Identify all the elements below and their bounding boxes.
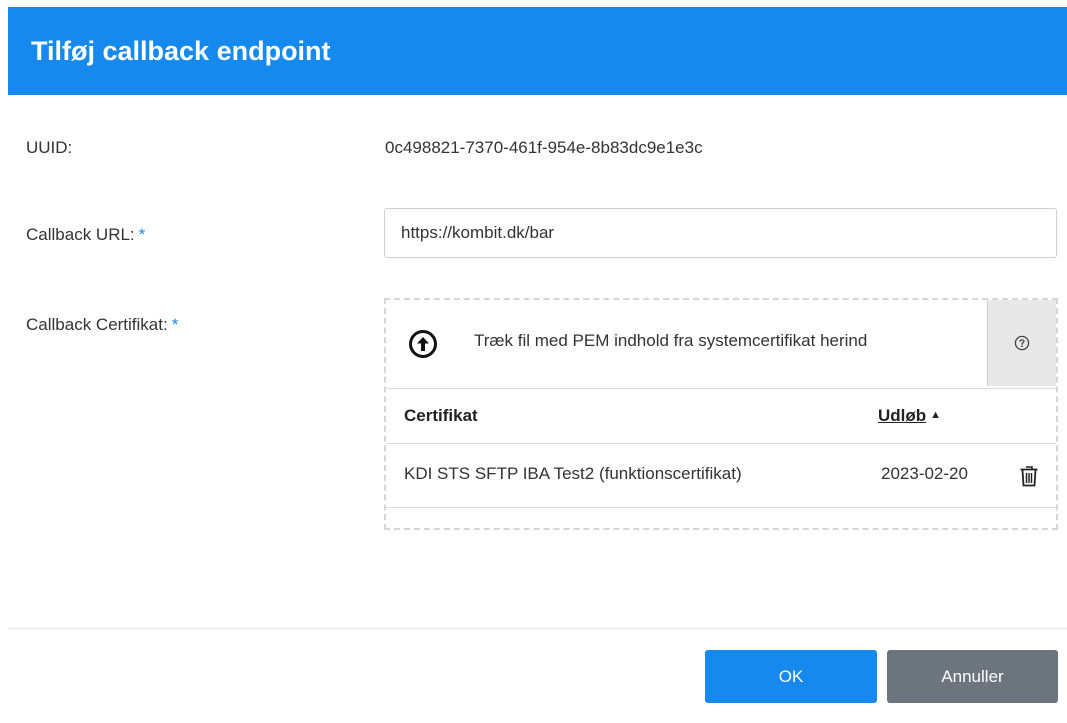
uuid-label: UUID:	[26, 138, 73, 157]
column-header-expiry[interactable]: Udløb ▲	[878, 406, 941, 426]
dialog-header: Tilføj callback endpoint	[8, 7, 1067, 95]
ok-button[interactable]: OK	[705, 650, 877, 703]
required-marker: *	[138, 225, 146, 244]
uuid-value: 0c498821-7370-461f-954e-8b83dc9e1e3c	[385, 138, 703, 157]
certificate-name: KDI STS SFTP IBA Test2 (funktionscertifi…	[404, 464, 742, 483]
dialog-title: Tilføj callback endpoint	[31, 35, 331, 66]
required-marker: *	[171, 315, 179, 334]
table-row: KDI STS SFTP IBA Test2 (funktionscertifi…	[386, 444, 1056, 508]
certificate-dropzone[interactable]: Træk fil med PEM indhold fra systemcerti…	[386, 300, 989, 388]
table-header: Certifikat Udløb ▲	[386, 388, 1056, 444]
column-header-expiry-label: Udløb	[878, 406, 927, 425]
callback-url-label-text: Callback URL:	[26, 225, 135, 244]
trash-icon[interactable]	[1019, 465, 1039, 487]
callback-certificate-label: Callback Certifikat: *	[26, 315, 178, 335]
dropzone-text: Træk fil med PEM indhold fra systemcerti…	[474, 331, 868, 350]
arrow-up-circle-icon	[409, 330, 437, 358]
certificate-expiry: 2023-02-20	[881, 464, 968, 483]
sort-ascending-icon: ▲	[930, 409, 942, 421]
certificate-dropzone-container: Træk fil med PEM indhold fra systemcerti…	[384, 298, 1058, 530]
footer-divider	[8, 628, 1067, 629]
cancel-button[interactable]: Annuller	[887, 650, 1058, 703]
question-circle-icon	[1014, 335, 1030, 351]
callback-certificate-label-text: Callback Certifikat:	[26, 315, 168, 334]
callback-url-input[interactable]	[384, 208, 1057, 258]
callback-url-label: Callback URL: *	[26, 225, 145, 245]
column-header-certificate: Certifikat	[404, 406, 478, 425]
certificate-table: Certifikat Udløb ▲ KDI STS SFTP IBA Test2…	[386, 388, 1056, 508]
help-button[interactable]	[987, 300, 1056, 386]
add-callback-dialog: Tilføj callback endpoint UUID: 0c498821-…	[0, 0, 1067, 723]
